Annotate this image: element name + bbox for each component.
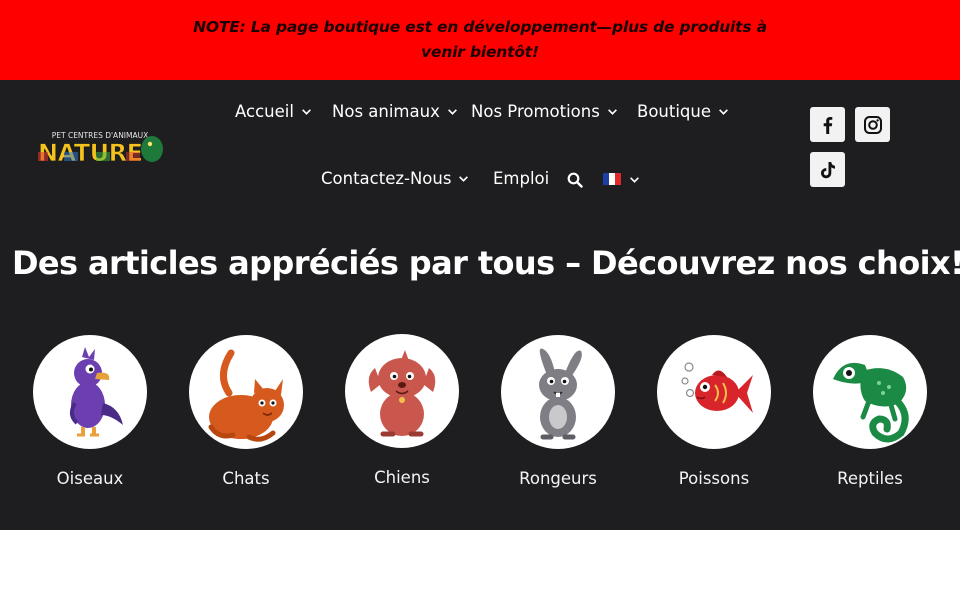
category-label: Chats <box>222 469 270 488</box>
category-label: Reptiles <box>837 469 903 488</box>
nav-item-accueil[interactable]: Accueil <box>235 102 312 121</box>
category-label: Oiseaux <box>56 469 124 488</box>
french-flag-icon <box>603 173 621 185</box>
category-image <box>813 335 927 449</box>
category-oiseaux[interactable]: Oiseaux <box>25 335 155 488</box>
chevron-down-icon <box>719 109 728 115</box>
chevron-down-icon <box>459 176 469 182</box>
nav-item-contactez-nous[interactable]: Contactez-Nous <box>321 169 469 188</box>
nav-item-emploi[interactable]: Emploi <box>493 169 549 188</box>
tiktok-button[interactable] <box>810 152 845 187</box>
category-label: Chiens <box>374 468 430 487</box>
facebook-button[interactable] <box>810 107 845 142</box>
nav-label: Accueil <box>235 102 294 121</box>
instagram-button[interactable] <box>855 107 890 142</box>
chevron-down-icon <box>301 109 311 115</box>
category-chiens[interactable]: Chiens <box>337 334 467 487</box>
category-reptiles[interactable]: Reptiles <box>805 335 935 488</box>
page-title: Des articles appréciés par tous – Découv… <box>11 244 960 282</box>
nav-label: Contactez-Nous <box>321 169 452 188</box>
category-poissons[interactable]: Poissons <box>649 335 779 488</box>
chevron-down-icon <box>630 176 639 183</box>
bird-icon <box>70 347 123 437</box>
category-image <box>501 335 615 449</box>
cat-icon <box>208 349 284 442</box>
nav-label: Nos animaux <box>332 102 440 121</box>
category-image <box>189 335 303 449</box>
category-label: Rongeurs <box>519 469 597 488</box>
category-label: Poissons <box>678 469 750 488</box>
rabbit-icon <box>539 348 582 440</box>
facebook-icon <box>823 116 832 134</box>
chameleon-icon <box>833 362 909 443</box>
nav-item-boutique[interactable]: Boutique <box>637 102 729 121</box>
language-selector[interactable] <box>603 173 640 185</box>
dog-icon <box>368 350 436 437</box>
instagram-icon <box>863 115 882 134</box>
chevron-down-icon <box>607 109 617 115</box>
category-image <box>657 335 771 449</box>
nav-item-nos-animaux[interactable]: Nos animaux <box>332 102 458 121</box>
chevron-down-icon <box>447 109 457 115</box>
nav-label: Boutique <box>637 102 712 121</box>
category-rongeurs[interactable]: Rongeurs <box>493 335 623 488</box>
nav-label: Nos Promotions <box>471 102 600 121</box>
nature-logo[interactable]: PET CENTRES D'ANIMAUX NATURE <box>34 130 166 164</box>
category-image <box>345 334 459 448</box>
tiktok-icon <box>820 161 835 178</box>
nav-item-nos-promotions[interactable]: Nos Promotions <box>471 102 618 121</box>
category-image <box>33 335 147 449</box>
notice-bar: NOTE: La page boutique est en développem… <box>0 0 960 80</box>
search-icon[interactable] <box>567 172 583 188</box>
fish-icon <box>681 362 753 413</box>
notice-text: NOTE: La page boutique est en développem… <box>193 18 767 61</box>
nav-label: Emploi <box>493 169 550 188</box>
category-chats[interactable]: Chats <box>181 335 311 488</box>
